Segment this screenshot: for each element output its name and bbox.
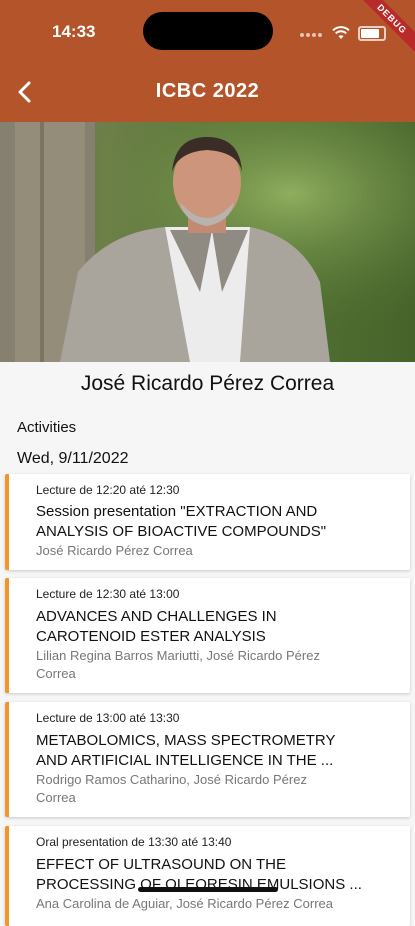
activity-authors-line: Rodrigo Ramos Catharino, José Ricardo Pé…: [36, 772, 307, 787]
activity-card[interactable]: Lecture de 12:20 até 12:30 Session prese…: [5, 474, 410, 570]
activity-title-line: EFFECT OF ULTRASOUND ON THE: [36, 856, 287, 873]
activity-title: ADVANCES AND CHALLENGES IN CAROTENOID ES…: [36, 607, 386, 647]
speaker-photo: [0, 122, 415, 362]
activity-meta: Lecture de 12:30 até 13:00: [36, 587, 180, 601]
dynamic-island: [143, 12, 273, 50]
activity-card[interactable]: Lecture de 12:30 até 13:00 ADVANCES AND …: [5, 578, 410, 693]
activity-authors: José Ricardo Pérez Correa: [36, 542, 386, 560]
activity-title-line: ANALYSIS OF BIOACTIVE COMPOUNDS": [36, 523, 327, 540]
signal-icon: [300, 24, 324, 42]
activity-authors-line: Correa: [36, 666, 76, 681]
activity-title-line: METABOLOMICS, MASS SPECTROMETRY: [36, 732, 336, 749]
status-time: 14:33: [52, 22, 96, 41]
wifi-icon: [332, 26, 350, 39]
activity-title: Session presentation "EXTRACTION AND ANA…: [36, 502, 386, 542]
activity-title-line: CAROTENOID ESTER ANALYSIS: [36, 628, 266, 645]
activity-title-line: PROCESSING OF OLEORESIN EMULSIONS ...: [36, 876, 362, 893]
activity-meta: Oral presentation de 13:30 até 13:40: [36, 835, 232, 849]
speaker-name: José Ricardo Pérez Correa: [80, 372, 335, 395]
activity-authors-line: Correa: [36, 790, 76, 805]
activity-meta: Lecture de 13:00 até 13:30: [36, 711, 180, 725]
home-indicator[interactable]: [138, 887, 278, 892]
page-title: ICBC 2022: [155, 80, 260, 102]
activity-authors-line: Ana Carolina de Aguiar, José Ricardo Pér…: [36, 896, 333, 911]
activity-authors-line: José Ricardo Pérez Correa: [36, 543, 193, 558]
date-heading: Wed, 9/11/2022: [17, 450, 129, 467]
activity-authors-line: Lilian Regina Barros Mariutti, José Rica…: [36, 648, 320, 663]
battery-icon: [358, 25, 386, 41]
activities-heading: Activities: [17, 419, 77, 436]
activity-meta: Lecture de 12:20 até 12:30: [36, 483, 180, 497]
activity-card[interactable]: Oral presentation de 13:30 até 13:40 EFF…: [5, 826, 410, 926]
activity-title-line: AND ARTIFICIAL INTELLIGENCE IN THE ...: [36, 752, 334, 769]
activity-title-line: Session presentation "EXTRACTION AND: [36, 503, 318, 520]
app-bar: 14:33 DEBUG ICBC 2022: [0, 0, 415, 122]
activity-card[interactable]: Lecture de 13:00 até 13:30 METABOLOMICS,…: [5, 702, 410, 817]
activity-authors: Ana Carolina de Aguiar, José Ricardo Pér…: [36, 895, 386, 913]
status-icons: [300, 24, 386, 42]
activity-authors: Rodrigo Ramos Catharino, José Ricardo Pé…: [36, 771, 386, 807]
activity-authors: Lilian Regina Barros Mariutti, José Rica…: [36, 647, 386, 683]
activity-title-line: ADVANCES AND CHALLENGES IN: [36, 608, 277, 625]
activity-title: METABOLOMICS, MASS SPECTROMETRY AND ARTI…: [36, 731, 386, 771]
